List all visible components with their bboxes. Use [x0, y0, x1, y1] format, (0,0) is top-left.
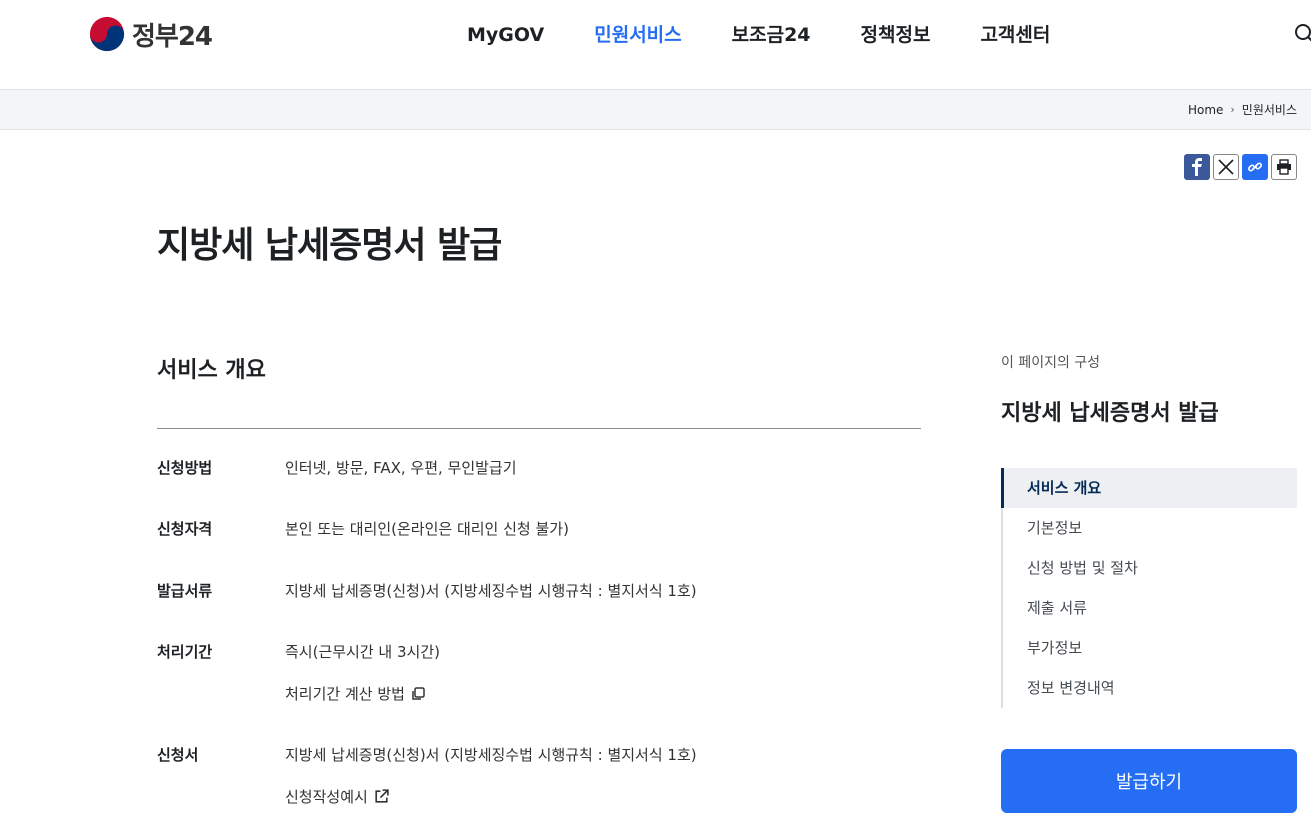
toc-item-change-history[interactable]: 정보 변경내역: [1003, 668, 1297, 708]
toc-caption: 이 페이지의 구성: [1001, 355, 1101, 371]
application-example-link[interactable]: 신청작성예시: [285, 786, 390, 807]
row-value-method: 인터넷, 방문, FAX, 우편, 무인발급기: [285, 459, 517, 477]
application-example-label: 신청작성예시: [285, 788, 368, 806]
row-label-method: 신청방법: [157, 459, 213, 477]
link-icon[interactable]: [1242, 154, 1268, 180]
site-header: 정부24 MyGOV 민원서비스 보조금24 정책정보 고객센터: [0, 0, 1311, 90]
chevron-right-icon: ›: [1230, 103, 1235, 116]
external-link-icon: [375, 789, 389, 803]
section-title-overview: 서비스 개요: [157, 358, 266, 383]
row-label-application-form: 신청서: [157, 746, 199, 764]
facebook-icon[interactable]: [1184, 154, 1210, 180]
toc-item-procedure[interactable]: 신청 방법 및 절차: [1003, 548, 1297, 588]
row-label-eligibility: 신청자격: [157, 520, 213, 538]
taegeuk-logo-icon: [89, 16, 125, 52]
row-label-documents: 발급서류: [157, 582, 213, 600]
toc-item-additional-info[interactable]: 부가정보: [1003, 628, 1297, 668]
issue-button[interactable]: 발급하기: [1001, 749, 1297, 813]
row-value-eligibility: 본인 또는 대리인(온라인은 대리인 신청 불가): [285, 520, 569, 538]
search-icon[interactable]: [1294, 22, 1311, 44]
breadcrumb-home[interactable]: Home: [1188, 103, 1223, 117]
copy-icon: [412, 686, 425, 700]
row-value-application-form: 지방세 납세증명(신청)서 (지방세징수법 시행규칙 : 별지서식 1호): [285, 746, 697, 764]
toc-item-basic-info[interactable]: 기본정보: [1003, 508, 1297, 548]
nav-mygov[interactable]: MyGOV: [467, 22, 544, 48]
logo-text: 정부24: [132, 21, 213, 52]
toc-item-overview[interactable]: 서비스 개요: [1001, 468, 1297, 508]
nav-policy[interactable]: 정책정보: [861, 22, 931, 48]
row-value-documents: 지방세 납세증명(신청)서 (지방세징수법 시행규칙 : 별지서식 1호): [285, 582, 697, 600]
breadcrumb-bar: Home › 민원서비스: [0, 90, 1311, 130]
toc-item-documents[interactable]: 제출 서류: [1003, 588, 1297, 628]
breadcrumb: Home › 민원서비스: [1188, 101, 1297, 118]
nav-subsidy[interactable]: 보조금24: [732, 22, 811, 48]
share-tools: [1184, 154, 1297, 180]
nav-civil-service[interactable]: 민원서비스: [594, 22, 681, 48]
x-icon[interactable]: [1213, 154, 1239, 180]
row-label-processing-time: 처리기간: [157, 643, 213, 661]
print-icon[interactable]: [1271, 154, 1297, 180]
processing-time-calc-label: 처리기간 계산 방법: [285, 685, 405, 703]
page-title: 지방세 납세증명서 발급: [157, 225, 502, 266]
toc-title: 지방세 납세증명서 발급: [1001, 401, 1219, 426]
row-value-processing-time: 즉시(근무시간 내 3시간): [285, 643, 440, 661]
logo[interactable]: 정부24: [88, 15, 213, 53]
section-divider: [157, 428, 921, 429]
toc-list: 서비스 개요 기본정보 신청 방법 및 절차 제출 서류 부가정보 정보 변경내…: [1001, 468, 1297, 708]
breadcrumb-current[interactable]: 민원서비스: [1242, 101, 1297, 118]
nav-customer-center[interactable]: 고객센터: [980, 22, 1050, 48]
processing-time-calc-link[interactable]: 처리기간 계산 방법: [285, 683, 426, 704]
main-nav: MyGOV 민원서비스 보조금24 정책정보 고객센터: [467, 22, 1100, 48]
